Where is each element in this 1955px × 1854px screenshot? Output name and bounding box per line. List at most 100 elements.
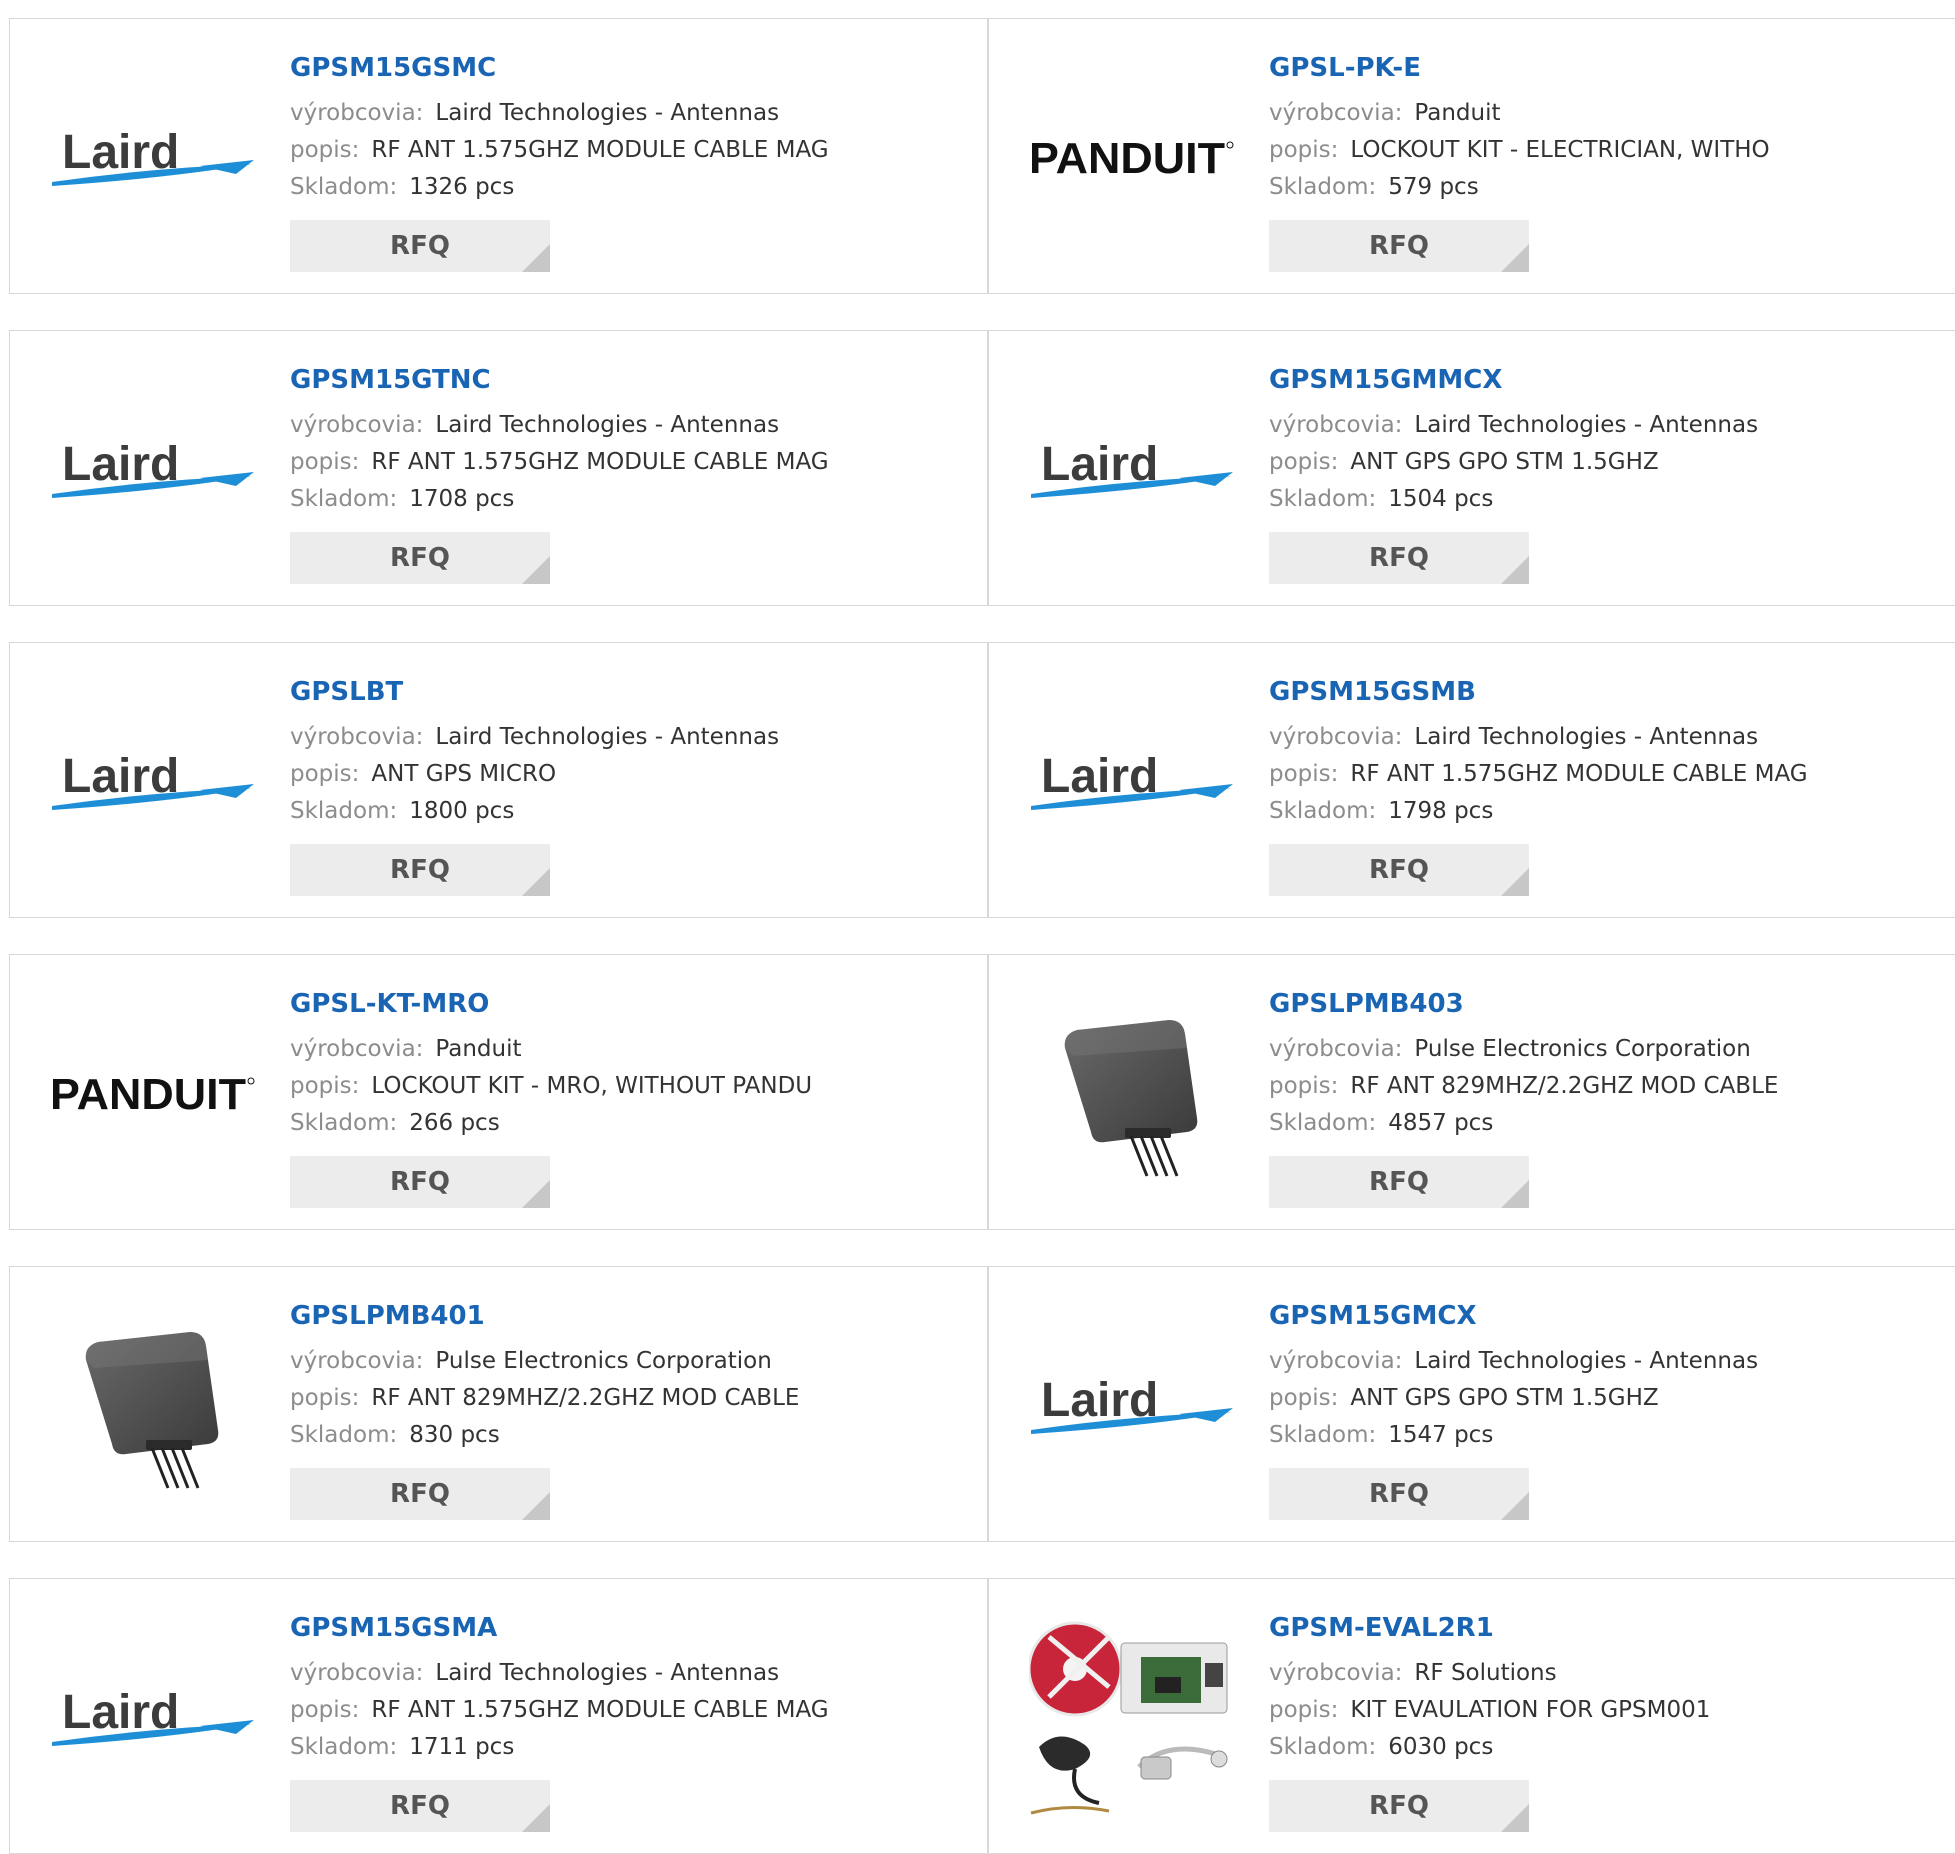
part-number-link[interactable]: GPSM15GTNC: [290, 361, 970, 399]
manufacturer-row: výrobcovia: Laird Technologies - Antennas: [290, 407, 970, 444]
product-info: GPSM15GMMCX výrobcovia: Laird Technologie…: [1269, 361, 1949, 584]
rfq-button[interactable]: RFQ: [290, 1780, 550, 1832]
rfq-button[interactable]: RFQ: [1269, 220, 1529, 272]
rfq-label: RFQ: [390, 1791, 450, 1821]
part-number-link[interactable]: GPSL-PK-E: [1269, 49, 1949, 87]
corner-triangle-icon: [522, 556, 550, 584]
laird-logo[interactable]: Laird: [47, 1635, 259, 1799]
laird-logo[interactable]: Laird: [1026, 1323, 1238, 1487]
laird-logo[interactable]: Laird: [1026, 387, 1238, 551]
description-row: popis: LOCKOUT KIT - ELECTRICIAN, WITHO: [1269, 132, 1949, 169]
part-number-link[interactable]: GPSLPMB401: [290, 1297, 970, 1335]
product-card: Laird GPSM15GTNC výrobcovia: Laird Techno…: [9, 330, 988, 606]
product-info: GPSM15GSMA výrobcovia: Laird Technologies…: [290, 1609, 970, 1832]
description-row: popis: LOCKOUT KIT - MRO, WITHOUT PANDU: [290, 1068, 970, 1105]
panduit-logo[interactable]: PANDUIT: [1026, 75, 1238, 239]
stock-value: 830 pcs: [409, 1422, 500, 1448]
manufacturer-row: výrobcovia: RF Solutions: [1269, 1655, 1949, 1692]
product-info: GPSM15GMCX výrobcovia: Laird Technologies…: [1269, 1297, 1949, 1520]
description-row: popis: RF ANT 1.575GHZ MODULE CABLE MAG: [290, 444, 970, 481]
rfq-label: RFQ: [1369, 231, 1429, 261]
part-number-link[interactable]: GPSM15GMMCX: [1269, 361, 1949, 399]
corner-triangle-icon: [1501, 244, 1529, 272]
description-row: popis: RF ANT 1.575GHZ MODULE CABLE MAG: [290, 132, 970, 169]
rfq-button[interactable]: RFQ: [1269, 844, 1529, 896]
stock-row: Skladom: 1798 pcs: [1269, 793, 1949, 830]
description-value: RF ANT 1.575GHZ MODULE CABLE MAG: [371, 1697, 829, 1723]
product-card: GPSM-EVAL2R1 výrobcovia: RF Solutions pop…: [988, 1578, 1955, 1854]
rfq-button[interactable]: RFQ: [290, 1468, 550, 1520]
stock-row: Skladom: 579 pcs: [1269, 169, 1949, 206]
description-label: popis:: [1269, 1073, 1339, 1099]
description-value: KIT EVAULATION FOR GPSM001: [1350, 1697, 1711, 1723]
rfq-button[interactable]: RFQ: [1269, 1156, 1529, 1208]
stock-label: Skladom:: [290, 486, 398, 512]
antenna-photo[interactable]: [1026, 1011, 1238, 1177]
rfq-button[interactable]: RFQ: [1269, 532, 1529, 584]
stock-row: Skladom: 1800 pcs: [290, 793, 970, 830]
description-value: LOCKOUT KIT - MRO, WITHOUT PANDU: [371, 1073, 813, 1099]
description-label: popis:: [290, 1385, 360, 1411]
laird-logo[interactable]: Laird: [1026, 699, 1238, 863]
description-label: popis:: [290, 137, 360, 163]
part-number-link[interactable]: GPSLPMB403: [1269, 985, 1949, 1023]
part-number-link[interactable]: GPSM15GSMC: [290, 49, 970, 87]
rfq-label: RFQ: [1369, 1479, 1429, 1509]
stock-value: 4857 pcs: [1388, 1110, 1494, 1136]
part-number-link[interactable]: GPSM15GSMB: [1269, 673, 1949, 711]
panduit-logo[interactable]: PANDUIT: [47, 1011, 259, 1175]
laird-logo[interactable]: Laird: [47, 699, 259, 863]
stock-label: Skladom:: [290, 1734, 398, 1760]
description-label: popis:: [1269, 1385, 1339, 1411]
rfq-label: RFQ: [390, 231, 450, 261]
product-card: PANDUIT GPSL-KT-MRO výrobcovia: Panduit p…: [9, 954, 988, 1230]
description-row: popis: KIT EVAULATION FOR GPSM001: [1269, 1692, 1949, 1729]
corner-triangle-icon: [522, 1492, 550, 1520]
laird-logo[interactable]: Laird: [47, 75, 259, 239]
stock-label: Skladom:: [290, 1422, 398, 1448]
manufacturer-row: výrobcovia: Laird Technologies - Antennas: [290, 95, 970, 132]
rfq-label: RFQ: [390, 1167, 450, 1197]
stock-row: Skladom: 1708 pcs: [290, 481, 970, 518]
manufacturer-value: Pulse Electronics Corporation: [1414, 1036, 1751, 1062]
manufacturer-label: výrobcovia:: [1269, 724, 1403, 750]
corner-triangle-icon: [1501, 868, 1529, 896]
product-card: Laird GPSM15GSMC výrobcovia: Laird Techno…: [9, 18, 988, 294]
rfq-button[interactable]: RFQ: [290, 220, 550, 272]
manufacturer-row: výrobcovia: Laird Technologies - Antennas: [1269, 719, 1949, 756]
product-info: GPSM-EVAL2R1 výrobcovia: RF Solutions pop…: [1269, 1609, 1949, 1832]
rfq-button[interactable]: RFQ: [290, 532, 550, 584]
part-number-link[interactable]: GPSM-EVAL2R1: [1269, 1609, 1949, 1647]
manufacturer-value: Pulse Electronics Corporation: [435, 1348, 772, 1374]
manufacturer-value: Laird Technologies - Antennas: [1414, 1348, 1759, 1374]
stock-value: 1504 pcs: [1388, 486, 1494, 512]
rfq-label: RFQ: [1369, 1791, 1429, 1821]
rfq-button[interactable]: RFQ: [1269, 1468, 1529, 1520]
rfq-button[interactable]: RFQ: [1269, 1780, 1529, 1832]
laird-logo[interactable]: Laird: [47, 387, 259, 551]
stock-value: 1800 pcs: [409, 798, 515, 824]
description-value: RF ANT 829MHZ/2.2GHZ MOD CABLE: [371, 1385, 800, 1411]
stock-value: 1547 pcs: [1388, 1422, 1494, 1448]
part-number-link[interactable]: GPSM15GMCX: [1269, 1297, 1949, 1335]
manufacturer-label: výrobcovia:: [1269, 1660, 1403, 1686]
description-value: RF ANT 1.575GHZ MODULE CABLE MAG: [371, 449, 829, 475]
antenna-photo[interactable]: [47, 1323, 259, 1489]
corner-triangle-icon: [1501, 1492, 1529, 1520]
manufacturer-value: Laird Technologies - Antennas: [435, 1660, 780, 1686]
stock-label: Skladom:: [290, 1110, 398, 1136]
part-number-link[interactable]: GPSLBT: [290, 673, 970, 711]
eval-kit-photo[interactable]: [1026, 1621, 1238, 1815]
rfq-button[interactable]: RFQ: [290, 1156, 550, 1208]
part-number-link[interactable]: GPSL-KT-MRO: [290, 985, 970, 1023]
manufacturer-row: výrobcovia: Pulse Electronics Corporation: [1269, 1031, 1949, 1068]
stock-row: Skladom: 1326 pcs: [290, 169, 970, 206]
rfq-label: RFQ: [390, 543, 450, 573]
manufacturer-row: výrobcovia: Panduit: [290, 1031, 970, 1068]
description-row: popis: RF ANT 1.575GHZ MODULE CABLE MAG: [1269, 756, 1949, 793]
product-info: GPSL-PK-E výrobcovia: Panduit popis: LOCKO…: [1269, 49, 1949, 272]
part-number-link[interactable]: GPSM15GSMA: [290, 1609, 970, 1647]
corner-triangle-icon: [522, 1180, 550, 1208]
manufacturer-value: Laird Technologies - Antennas: [1414, 412, 1759, 438]
rfq-button[interactable]: RFQ: [290, 844, 550, 896]
